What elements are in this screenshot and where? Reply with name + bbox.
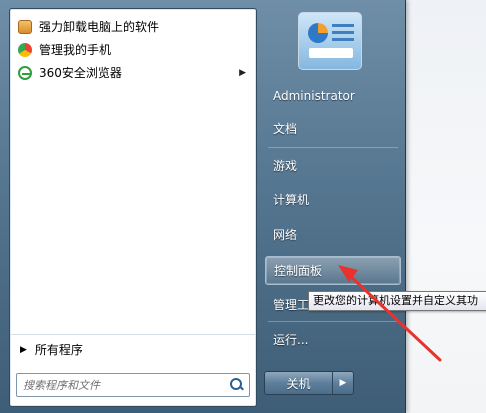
phone-manager-icon xyxy=(18,42,32,57)
menu-item-label: 运行... xyxy=(273,333,309,347)
control-panel-tooltip: 更改您的计算机设置并自定义其功 xyxy=(308,291,486,311)
all-programs-label: 所有程序 xyxy=(34,343,83,357)
menu-item-label: 网络 xyxy=(273,228,298,242)
start-menu: 强力卸载电脑上的软件 管理我的手机 360安全浏览器 ▶ ▶ 所有程序 A xyxy=(0,0,406,413)
menu-item-label: 游戏 xyxy=(273,159,298,173)
menu-item-label: 控制面板 xyxy=(274,264,323,278)
panel-bar-icon xyxy=(309,48,353,58)
browser-icon xyxy=(18,65,32,80)
menu-item-label: 文档 xyxy=(273,122,298,136)
triangle-right-icon: ▶ xyxy=(20,344,27,355)
list-lines-icon xyxy=(332,24,354,45)
menu-item-administrator[interactable]: Administrator xyxy=(265,81,401,110)
program-item-phone-manager[interactable]: 管理我的手机 xyxy=(10,38,256,61)
search-box[interactable] xyxy=(16,373,250,397)
chart-pie-icon xyxy=(308,23,328,43)
menu-item-label: Administrator xyxy=(273,88,355,103)
menu-item-label: 管理工 xyxy=(273,298,310,312)
menu-item-computer[interactable]: 计算机 xyxy=(265,185,401,214)
search-icon[interactable] xyxy=(227,375,245,395)
submenu-arrow-icon: ▶ xyxy=(239,67,246,78)
menu-item-control-panel[interactable]: 控制面板 xyxy=(265,256,401,285)
menu-item-games[interactable]: 游戏 xyxy=(265,151,401,180)
menu-item-network[interactable]: 网络 xyxy=(265,220,401,249)
program-label: 管理我的手机 xyxy=(39,43,112,57)
program-list: 强力卸载电脑上的软件 管理我的手机 360安全浏览器 ▶ xyxy=(10,15,256,84)
program-item-uninstaller[interactable]: 强力卸载电脑上的软件 xyxy=(10,15,256,38)
user-picture[interactable] xyxy=(298,12,362,70)
program-item-360-browser[interactable]: 360安全浏览器 ▶ xyxy=(10,61,256,84)
uninstall-icon xyxy=(18,19,32,34)
program-label: 360安全浏览器 xyxy=(39,66,122,80)
shutdown-button[interactable]: 关机 ▶ xyxy=(264,371,354,395)
shutdown-label: 关机 xyxy=(286,376,311,391)
programs-pane: 强力卸载电脑上的软件 管理我的手机 360安全浏览器 ▶ ▶ 所有程序 xyxy=(9,8,257,407)
program-label: 强力卸载电脑上的软件 xyxy=(39,20,160,34)
shutdown-options-arrow-icon[interactable]: ▶ xyxy=(332,372,353,394)
search-input[interactable] xyxy=(17,374,227,396)
menu-item-label: 计算机 xyxy=(273,193,310,207)
menu-separator xyxy=(268,321,398,322)
desktop-background xyxy=(404,0,486,413)
menu-item-run[interactable]: 运行... xyxy=(265,325,401,354)
menu-separator xyxy=(268,147,398,148)
menu-item-documents[interactable]: 文档 xyxy=(265,114,401,143)
all-programs-button[interactable]: ▶ 所有程序 xyxy=(10,334,256,364)
